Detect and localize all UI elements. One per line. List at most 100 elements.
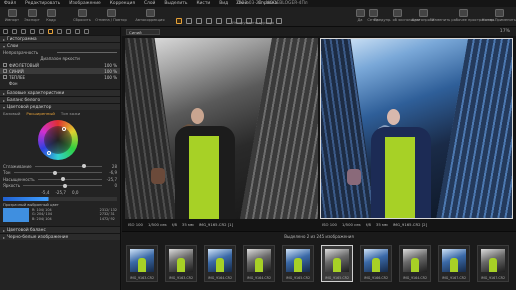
filmstrip-thumbnail[interactable]: IMG_9167.CR2 [477,245,509,282]
output-tab-icon[interactable] [84,28,89,34]
tab-advanced[interactable]: Расширенный [26,111,55,116]
thumbnail-filename: IMG_9167.CR2 [480,276,506,280]
filmstrip: Выделено 2 из 245 изображения IMG_9163.C… [122,231,516,290]
slider-track[interactable] [34,164,102,169]
filmstrip-thumbnail[interactable]: IMG_9164.CR2 [399,245,431,282]
filmstrip-thumbnail[interactable]: IMG_9165.CR2 [282,245,314,282]
value-b2: 1472/ 92 [99,216,115,221]
menu-adjust[interactable]: Коррекция [110,1,135,6]
copy-apply-button[interactable]: Копир.Применить [482,9,516,22]
thumbnail-image [247,249,271,272]
loupe-button[interactable]: Кадр [39,9,63,22]
slider-track[interactable] [13,170,102,175]
layer-checkbox[interactable] [3,69,7,73]
selection-status: Выделено 2 из 245 изображения [284,233,354,239]
zoom-tool-icon[interactable] [186,18,192,24]
filmstrip-thumbnail[interactable]: IMG_9165.CR2 [321,245,353,282]
crop-tool-icon[interactable] [196,18,202,24]
toggle-label: Да [357,18,363,22]
menu-edit[interactable]: Редактировать [25,1,60,6]
capture-tab-icon[interactable] [12,28,17,34]
luma-range-label[interactable]: Диапазон яркости [40,56,80,61]
filmstrip-header: Выделено 2 из 245 изображения [122,232,516,240]
face [191,108,204,124]
iso-value: ISO 100 [128,222,143,227]
thumbnail-figure [411,258,419,272]
local-tab-icon[interactable] [66,28,71,34]
color-values: R: 104/ 104 G: 204/ 104 B: 204/ 104 [32,208,52,226]
color-balance-section-title: Цветовой баланс [7,227,46,233]
color-wheel[interactable] [38,120,78,160]
reset-button[interactable]: Сбросить [70,9,94,22]
slider-value[interactable]: -6,9 [105,170,117,175]
filmstrip-thumbnail[interactable]: IMG_9164.CR2 [204,245,236,282]
filmstrip-thumbnail[interactable]: IMG_9163.CR2 [126,245,158,282]
autoadjust-button[interactable]: Автокоррекция [134,9,166,22]
library-tab-icon[interactable] [3,28,8,34]
undo-redo-button[interactable]: Отмена / Повтор [94,9,128,22]
filmstrip-thumbnail[interactable]: IMG_9167.CR2 [438,245,470,282]
filmstrip-thumbnail[interactable]: IMG_9163.CR2 [165,245,197,282]
exposure-tab-icon[interactable] [39,28,44,34]
copy-icon [494,9,504,17]
menu-view[interactable]: Вид [219,1,228,6]
tab-basic[interactable]: Базовый [3,111,20,116]
layer-opacity-slider[interactable] [57,51,117,53]
composition-tab-icon[interactable] [30,28,35,34]
color-range-bar[interactable] [3,196,117,201]
metadata-tab-icon[interactable] [75,28,80,34]
thumbnail-figure [333,258,341,272]
details-tab-icon[interactable] [57,28,62,34]
menu-layer[interactable]: Слой [144,1,155,6]
layers-section-header[interactable]: ▾ Слои [0,42,120,49]
menu-brushes[interactable]: Кисти [196,1,210,6]
lens-tab-icon[interactable] [21,28,26,34]
layer-checkbox[interactable] [3,75,7,79]
color-editor-section-header[interactable]: ▾ Цветовой редактор [0,103,120,110]
slider-knob[interactable] [61,177,66,182]
bw-section-header[interactable]: ▸ Черно-белые изображение [0,233,120,240]
photo-variant-1[interactable] [125,38,318,219]
slider-knob[interactable] [62,183,67,188]
slider-knob[interactable] [53,170,58,175]
zoom-level[interactable]: 17% [500,29,510,34]
hue-handle[interactable] [47,151,51,155]
slider-value[interactable]: 0 [105,183,117,188]
thumbnail-image [442,249,466,272]
slider-track[interactable] [37,177,102,182]
histogram-section-header[interactable]: ▸ Гистограмма [0,35,120,42]
photo-variant-2[interactable] [320,38,513,219]
thumbnail-figure [372,258,380,272]
slider-value[interactable]: -25,7 [105,177,117,182]
picked-color-swatch [3,208,29,222]
thumbnail-image [364,249,388,272]
variant-select[interactable]: Синий [126,28,160,35]
building-left [125,38,180,219]
wb-section-title: Баланс белого [7,97,41,103]
keystone-tool-icon[interactable] [216,18,222,24]
menu-image[interactable]: Изображение [69,1,101,6]
filmstrip-thumbnail[interactable]: IMG_9166.CR2 [360,245,392,282]
wb-section-header[interactable]: ▸ Баланс белого [0,96,120,103]
slider-track[interactable] [23,183,102,188]
slider-knob[interactable] [81,164,86,169]
tab-skin-tone[interactable]: Тон кожи [61,111,80,116]
menu-select[interactable]: Выделить [164,1,187,6]
wb-picker-icon[interactable] [276,18,282,24]
color-tab-icon[interactable] [48,28,53,34]
color-editor-section-title: Цветовой редактор [7,104,52,110]
hue-handle[interactable] [62,127,66,131]
pan-tool-icon[interactable] [176,18,182,24]
workspace-icon [458,9,468,17]
color-balance-section-header[interactable]: ▸ Цветовой баланс [0,226,120,233]
reset-label: Сбросить [73,18,91,22]
filmstrip-thumbnail[interactable]: IMG_9164.CR2 [243,245,275,282]
histogram-section-title: Гистограмма [7,36,37,42]
layer-checkbox[interactable] [3,63,7,67]
slider-value[interactable]: 28 [105,164,117,169]
window-title: 2022-03-28 - MODEBLOGER-4Пл [236,1,308,6]
workspace-button[interactable]: Изменить рабочее пространство [432,9,494,22]
menu-file[interactable]: Файл [4,1,16,6]
rotate-tool-icon[interactable] [206,18,212,24]
basic-section-header[interactable]: ▸ Базовые характеристики [0,89,120,96]
